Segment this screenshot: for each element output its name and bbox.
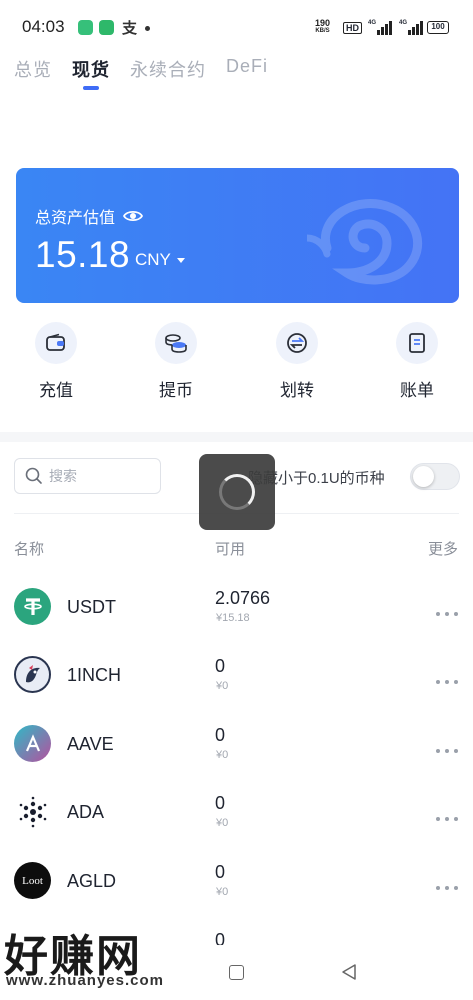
usdt-icon xyxy=(14,588,51,625)
hd-icon: HD xyxy=(343,22,362,34)
bill-icon xyxy=(396,322,438,364)
wallet-icon xyxy=(35,322,77,364)
search-box[interactable] xyxy=(14,458,161,494)
chat-app-icon xyxy=(99,20,114,35)
caret-down-icon xyxy=(176,257,185,263)
withdraw-label: 提币 xyxy=(159,381,193,400)
deposit-button[interactable]: 充值 xyxy=(16,322,96,401)
notification-dot-icon xyxy=(145,26,150,31)
asset-row-ada[interactable]: ADA 0 ¥0 xyxy=(0,779,473,847)
coins-icon xyxy=(155,322,197,364)
section-divider xyxy=(0,432,473,442)
tab-perpetual[interactable]: 永续合约 xyxy=(130,56,206,82)
asset-row-1inch[interactable]: 1INCH 0 ¥0 xyxy=(0,642,473,710)
transfer-icon xyxy=(276,322,318,364)
withdraw-button[interactable]: 提币 xyxy=(136,322,216,401)
quick-actions: 充值 提币 划转 账单 xyxy=(0,322,473,412)
asset-row-agld[interactable]: Loot AGLD 0 ¥0 xyxy=(0,848,473,916)
1inch-icon xyxy=(14,656,51,693)
tab-defi[interactable]: DeFi xyxy=(226,56,268,82)
deposit-label: 充值 xyxy=(39,381,73,400)
available-cny: ¥0 xyxy=(216,680,229,692)
watermark-url: www.zhuanyes.com xyxy=(6,972,164,989)
battery-icon: 100 xyxy=(427,21,449,34)
back-icon[interactable] xyxy=(340,963,358,981)
search-input[interactable] xyxy=(49,468,144,484)
more-options-icon[interactable] xyxy=(436,884,460,892)
available-amount: 0 xyxy=(215,793,226,813)
site-watermark: 好赚网 www.zhuanyes.com xyxy=(4,920,194,1000)
toggle-knob xyxy=(413,466,434,487)
bill-label: 账单 xyxy=(400,381,434,400)
coin-name: USDT xyxy=(67,597,116,617)
tab-spot[interactable]: 现货 xyxy=(72,56,110,90)
signal-label: 4G xyxy=(368,20,377,26)
available-cny: ¥0 xyxy=(216,886,229,898)
available-amount: 0 xyxy=(215,862,226,882)
signal-icon: 4G xyxy=(399,20,423,35)
aave-icon xyxy=(14,725,51,762)
ada-icon xyxy=(14,793,51,830)
tab-bar: 总览 现货 永续合约 DeFi xyxy=(14,56,288,90)
status-time: 04:03 xyxy=(22,17,65,36)
more-options-icon[interactable] xyxy=(436,610,460,618)
coin-name: AGLD xyxy=(67,871,117,891)
network-speed: 190 KB/S xyxy=(315,19,330,35)
coin-name: AAVE xyxy=(67,734,114,754)
available-cny: ¥0 xyxy=(216,817,229,829)
logo-watermark-icon xyxy=(307,199,423,285)
alipay-icon: 支 xyxy=(122,20,138,37)
available-amount: 0 xyxy=(215,725,226,745)
coin-name: 1INCH xyxy=(67,665,122,685)
total-asset-value: 15.18 xyxy=(35,234,131,275)
total-asset-label-row: 总资产估值 xyxy=(35,204,144,228)
column-header-available: 可用 xyxy=(215,541,246,558)
currency-label: CNY xyxy=(135,250,171,269)
available-amount: 2.0766 xyxy=(215,588,271,608)
total-asset-label: 总资产估值 xyxy=(35,210,116,227)
shield-app-icon xyxy=(78,20,93,35)
asset-card: 总资产估值 15.18 CNY xyxy=(16,168,459,303)
bill-button[interactable]: 账单 xyxy=(377,322,457,401)
home-icon[interactable] xyxy=(229,965,244,980)
signal-label: 4G xyxy=(399,20,408,26)
signal-icon: 4G xyxy=(368,20,392,35)
transfer-button[interactable]: 划转 xyxy=(257,322,337,401)
more-options-icon[interactable] xyxy=(436,747,460,755)
status-bar: 04:03 支 190 KB/S HD 4G 4G 100 xyxy=(0,0,473,52)
available-cny: ¥0 xyxy=(216,749,229,761)
spinner-icon xyxy=(219,474,255,510)
available-amount: 0 xyxy=(215,656,226,676)
tab-overview[interactable]: 总览 xyxy=(14,56,52,82)
coin-name: ADA xyxy=(67,802,105,822)
network-speed-value: 190 xyxy=(315,18,331,28)
more-options-icon[interactable] xyxy=(436,678,460,686)
column-header-name: 名称 xyxy=(14,541,45,558)
agld-icon: Loot xyxy=(14,862,51,899)
available-cny: ¥15.18 xyxy=(216,612,250,624)
network-speed-unit: KB/S xyxy=(315,28,330,34)
agld-icon-text: Loot xyxy=(22,874,43,887)
currency-selector[interactable]: CNY xyxy=(135,250,185,270)
asset-row-usdt[interactable]: USDT 2.0766 ¥15.18 xyxy=(0,574,473,642)
eye-icon[interactable] xyxy=(123,209,144,223)
transfer-label: 划转 xyxy=(280,381,314,400)
asset-row-aave[interactable]: AAVE 0 ¥0 xyxy=(0,711,473,779)
loading-overlay xyxy=(199,454,275,530)
more-options-icon[interactable] xyxy=(436,815,460,823)
search-icon xyxy=(25,467,42,484)
column-header-more: 更多 xyxy=(428,541,459,558)
hide-small-balance-toggle[interactable] xyxy=(410,463,460,490)
